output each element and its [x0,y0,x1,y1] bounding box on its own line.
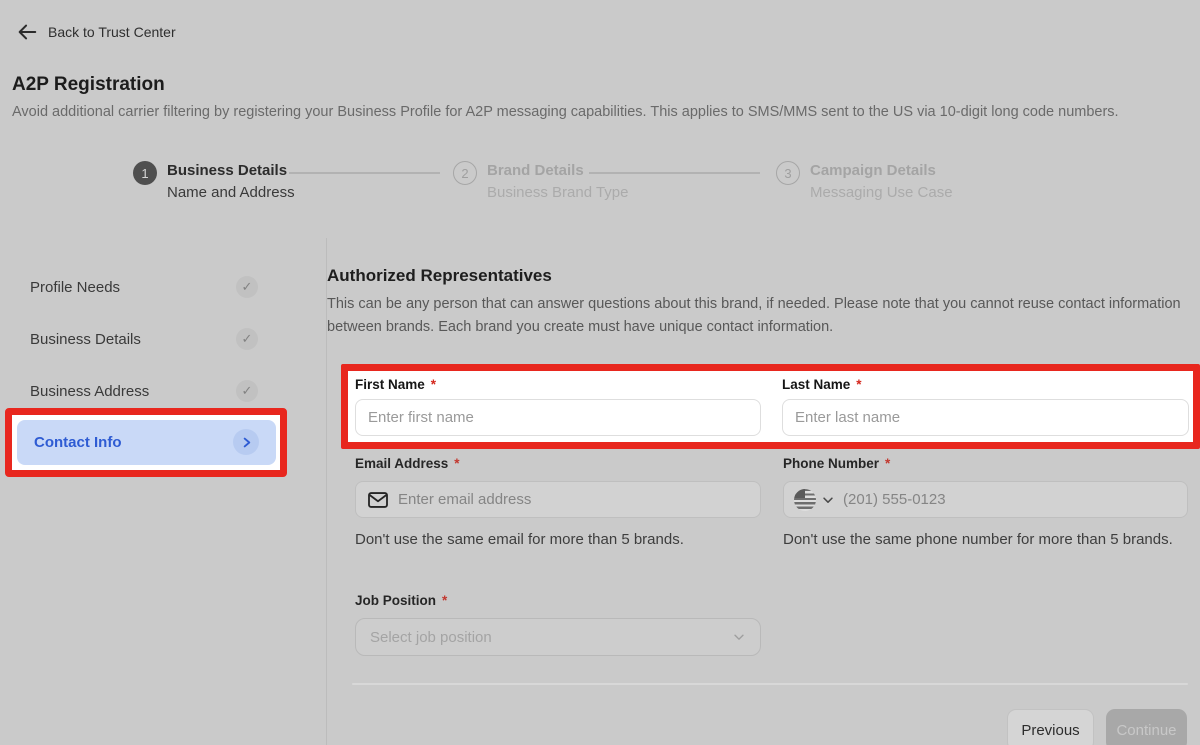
section-title: Authorized Representatives [327,266,552,286]
first-name-input[interactable] [355,399,761,436]
sidebar-item-business-address[interactable]: Business Address ✓ [30,379,258,403]
email-input[interactable] [355,481,761,518]
chevron-right-icon [233,429,259,455]
stepper-step-campaign-details: 3 Campaign Details Messaging Use Case [776,160,953,204]
sidebar-item-label: Contact Info [34,434,122,451]
back-to-trust-center-link[interactable]: Back to Trust Center [16,21,176,43]
footer-divider [352,683,1188,685]
us-flag-icon [794,489,816,511]
sidebar-item-profile-needs[interactable]: Profile Needs ✓ [30,275,258,299]
annotation-highlight-name-row: First Name* Last Name* [341,364,1200,449]
check-icon: ✓ [236,276,258,298]
phone-helper-text: Don't use the same phone number for more… [783,528,1188,552]
sidebar-item-contact-info[interactable]: Contact Info [17,420,276,465]
step-number-badge: 2 [453,161,477,185]
stepper-step-brand-details: 2 Brand Details Business Brand Type [453,160,628,204]
check-icon: ✓ [236,328,258,350]
sidebar-item-label: Profile Needs [30,279,120,296]
back-link-label: Back to Trust Center [48,24,176,40]
page-title: A2P Registration [12,74,165,96]
stepper-connector [589,172,760,174]
continue-button[interactable]: Continue [1106,709,1187,745]
annotation-highlight-contact-info: Contact Info [5,408,287,477]
stepper-step-business-details: 1 Business Details Name and Address [133,160,295,204]
last-name-label: Last Name* [782,377,862,392]
step-subtitle: Messaging Use Case [810,182,953,204]
chevron-down-icon [732,630,746,644]
phone-input[interactable] [783,481,1188,518]
country-selector[interactable] [794,489,835,511]
required-mark: * [454,456,459,471]
phone-label: Phone Number* [783,456,890,471]
step-number-badge: 3 [776,161,800,185]
previous-button[interactable]: Previous [1007,709,1094,745]
last-name-input[interactable] [782,399,1189,436]
required-mark: * [431,377,436,392]
email-label: Email Address* [355,456,460,471]
select-placeholder: Select job position [370,629,732,646]
step-subtitle: Business Brand Type [487,182,628,204]
check-icon: ✓ [236,380,258,402]
chevron-down-icon [821,493,835,507]
required-mark: * [856,377,861,392]
stepper-connector [289,172,440,174]
step-title: Brand Details [487,160,628,182]
first-name-label: First Name* [355,377,436,392]
sidebar-item-business-details[interactable]: Business Details ✓ [30,327,258,351]
job-position-label: Job Position* [355,593,447,608]
step-number-badge: 1 [133,161,157,185]
step-title: Business Details [167,160,295,182]
section-description: This can be any person that can answer q… [327,293,1182,338]
email-helper-text: Don't use the same email for more than 5… [355,528,767,552]
job-position-select[interactable]: Select job position [355,618,761,656]
page-subtitle: Avoid additional carrier filtering by re… [12,104,1119,120]
required-mark: * [885,456,890,471]
sidebar-item-label: Business Details [30,331,141,348]
step-title: Campaign Details [810,160,953,182]
back-arrow-icon [16,21,38,43]
step-subtitle: Name and Address [167,182,295,204]
required-mark: * [442,593,447,608]
a2p-registration-page: Back to Trust Center A2P Registration Av… [0,0,1200,745]
sidebar-item-label: Business Address [30,383,149,400]
envelope-icon [368,492,388,508]
